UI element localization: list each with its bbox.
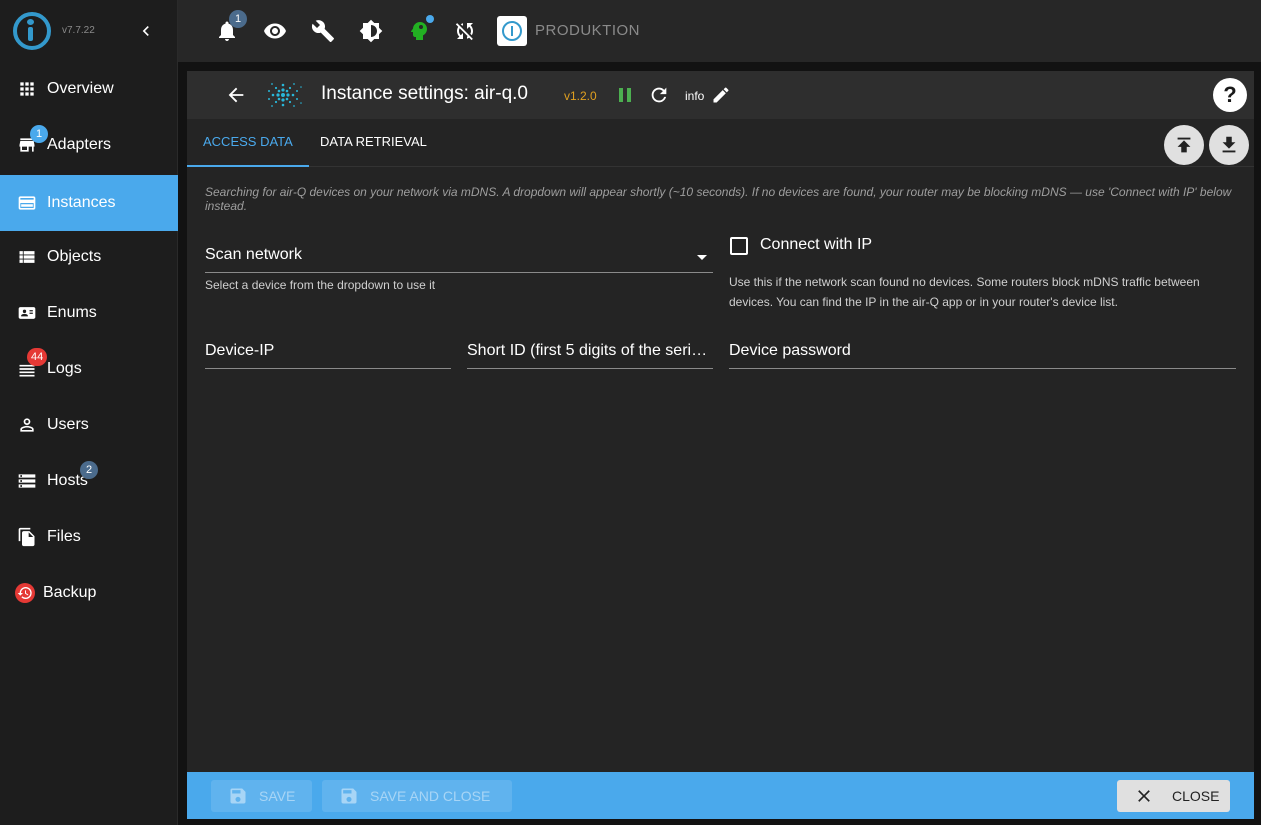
sidebar-header: v7.7.22	[0, 0, 178, 62]
sidebar-item-label: Overview	[47, 80, 114, 97]
sidebar-item-label: Logs	[47, 360, 82, 377]
instances-icon	[17, 193, 37, 213]
sidebar-item-overview[interactable]: Overview	[0, 61, 178, 117]
close-icon	[1138, 790, 1150, 802]
host-logo	[497, 16, 527, 46]
scan-network-helper: Select a device from the dropdown to use…	[205, 278, 436, 292]
brightness-icon[interactable]	[359, 19, 383, 43]
list-icon	[17, 247, 37, 267]
save-label: Save	[259, 788, 296, 804]
tab-access-data[interactable]: Access data	[187, 119, 309, 167]
footer-bar: Save Save and close Close	[187, 772, 1254, 819]
tab-bar: Access data Data retrieval	[187, 119, 1254, 167]
backup-icon	[15, 583, 35, 603]
eye-icon[interactable]	[263, 19, 287, 43]
scan-network-label: Scan network	[205, 246, 302, 263]
sidebar-item-label: Files	[47, 528, 81, 545]
save-icon	[230, 788, 246, 804]
device-password-field[interactable]: Device password	[729, 337, 1236, 369]
sidebar-item-adapters[interactable]: Adapters 1	[0, 117, 178, 173]
app-version: v7.7.22	[62, 25, 95, 36]
connect-with-ip-label[interactable]: Connect with IP	[760, 236, 872, 254]
sidebar-item-logs[interactable]: Logs 44	[0, 341, 178, 397]
logs-badge: 44	[27, 348, 48, 366]
sidebar-item-label: Instances	[47, 194, 116, 211]
sync-disabled-icon[interactable]	[453, 19, 477, 43]
adapters-badge: 1	[30, 125, 48, 143]
enums-icon	[17, 303, 37, 323]
user-icon	[17, 415, 37, 435]
device-password-label: Device password	[729, 342, 851, 359]
panel-header: Instance settings: air-q.0 v1.2.0 info ?	[187, 71, 1254, 119]
mdns-help-text: Searching for air-Q devices on your netw…	[205, 185, 1232, 213]
close-button[interactable]: Close	[1117, 780, 1230, 812]
connect-with-ip-checkbox[interactable]	[730, 237, 748, 255]
save-icon	[341, 788, 357, 804]
files-icon	[17, 527, 37, 547]
close-label: Close	[1172, 788, 1220, 804]
hosts-badge: 2	[80, 461, 98, 479]
save-and-close-button[interactable]: Save and close	[322, 780, 512, 812]
sidebar-item-objects[interactable]: Objects	[0, 229, 178, 285]
sidebar-item-label: Adapters	[47, 136, 112, 153]
device-ip-field[interactable]: Device-IP	[205, 337, 451, 369]
hosts-icon	[17, 471, 37, 491]
sidebar-item-users[interactable]: Users	[0, 397, 178, 453]
sidebar-item-enums[interactable]: Enums	[0, 285, 178, 341]
device-ip-label: Device-IP	[205, 342, 275, 359]
edit-pencil-icon[interactable]	[711, 85, 731, 105]
sidebar-item-label: Users	[47, 416, 89, 433]
sidebar-item-hosts[interactable]: Hosts 2	[0, 453, 178, 509]
reload-icon[interactable]	[648, 84, 670, 106]
sidebar-item-instances[interactable]: Instances	[0, 175, 178, 231]
iobroker-logo[interactable]	[13, 12, 51, 50]
notifications-badge: 1	[229, 10, 247, 28]
download-settings-button[interactable]	[1209, 125, 1249, 165]
help-question-icon[interactable]: ?	[1213, 78, 1247, 112]
sidebar-item-label: Enums	[47, 304, 97, 321]
pause-icon[interactable]	[617, 86, 633, 104]
top-toolbar: 1 PRODUKTION	[178, 0, 1261, 62]
upload-settings-button[interactable]	[1164, 125, 1204, 165]
environment-label: PRODUKTION	[535, 22, 641, 39]
short-id-label: Short ID (first 5 digits of the serial n…	[467, 342, 713, 359]
sidebar-item-backup[interactable]: Backup	[0, 565, 178, 621]
tab-data-retrieval[interactable]: Data retrieval	[304, 119, 443, 167]
sidebar: v7.7.22 Overview Adapters 1 Instances Ob…	[0, 0, 178, 825]
wrench-icon[interactable]	[311, 19, 335, 43]
panel-title: Instance settings: air-q.0	[321, 83, 528, 104]
short-id-field[interactable]: Short ID (first 5 digits of the serial n…	[467, 337, 713, 369]
connect-with-ip-help: Use this if the network scan found no de…	[729, 275, 1200, 309]
dropdown-arrow-icon	[697, 255, 707, 260]
grid-icon	[17, 79, 37, 99]
log-level-label[interactable]: info	[685, 89, 704, 103]
collapse-sidebar-icon[interactable]	[136, 20, 156, 42]
scan-network-select[interactable]: Scan network	[205, 241, 713, 273]
sidebar-item-label: Objects	[47, 248, 102, 265]
adapter-version: v1.2.0	[564, 89, 597, 103]
expert-mode-dot	[426, 15, 434, 23]
sidebar-item-files[interactable]: Files	[0, 509, 178, 565]
instance-settings-panel: Instance settings: air-q.0 v1.2.0 info ?…	[187, 71, 1254, 819]
air-q-adapter-logo	[263, 79, 305, 111]
save-button[interactable]: Save	[211, 780, 312, 812]
save-and-close-label: Save and close	[370, 788, 491, 804]
back-arrow-icon[interactable]	[225, 84, 247, 106]
sidebar-item-label: Backup	[43, 584, 97, 601]
